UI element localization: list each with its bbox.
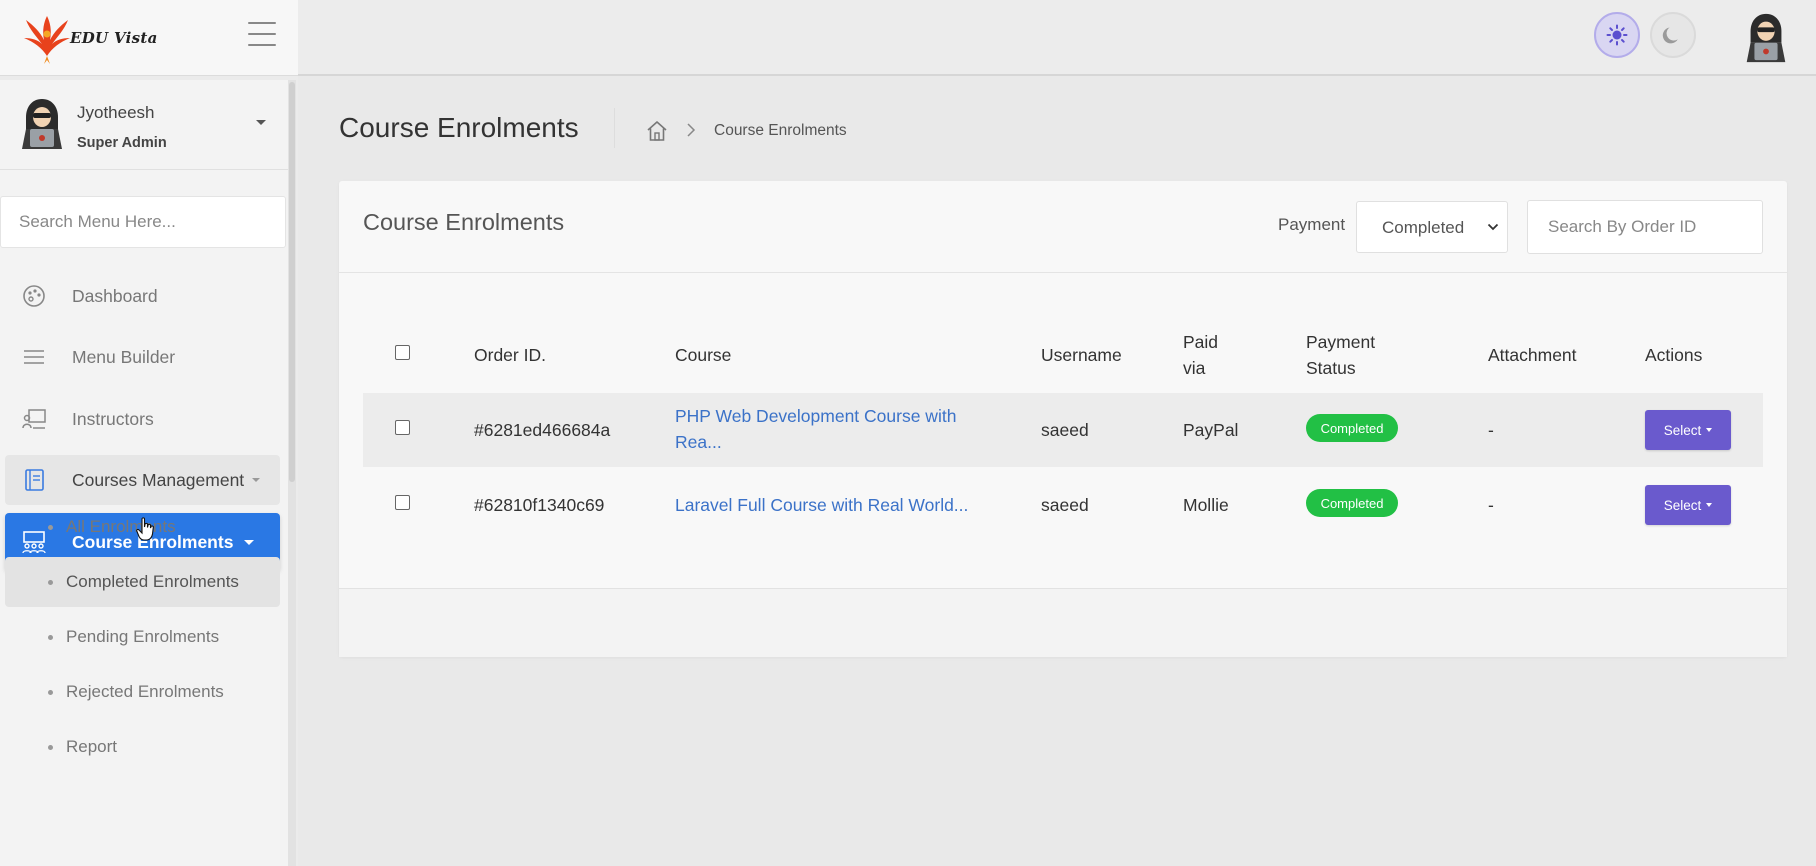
user-profile[interactable]: Jyotheesh Super Admin: [0, 80, 288, 170]
course-link[interactable]: Laravel Full Course with Real World...: [675, 492, 968, 518]
column-header-course: Course: [675, 345, 732, 365]
sidebar-item-label: Instructors: [72, 408, 154, 429]
payment-filter-label: Payment: [1278, 215, 1346, 234]
username: saeed: [1041, 495, 1089, 515]
subitem-rejected-enrolments[interactable]: Rejected Enrolments: [5, 667, 280, 717]
chevron-right-icon: [687, 123, 696, 137]
column-header-username: Username: [1041, 345, 1122, 365]
select-action-button[interactable]: Select: [1645, 410, 1731, 450]
card-header: Course Enrolments Payment Completed: [339, 181, 1787, 273]
attachment: -: [1488, 420, 1494, 440]
select-action-button[interactable]: Select: [1645, 485, 1731, 525]
sidebar: EDU Vista Jyotheesh Super Admin D: [0, 0, 298, 866]
page-title: Course Enrolments: [339, 112, 579, 143]
sidebar-item-label: Menu Builder: [72, 346, 176, 367]
subitem-pending-enrolments[interactable]: Pending Enrolments: [5, 612, 280, 662]
hand-cursor-icon: [136, 517, 154, 541]
breadcrumb-divider: [614, 108, 615, 148]
course-link[interactable]: PHP Web Development Course with Rea...: [675, 403, 956, 455]
dark-mode-button[interactable]: [1650, 12, 1696, 58]
profile-caret-icon: [256, 120, 266, 125]
book-icon: [19, 465, 49, 495]
user-avatar[interactable]: [1742, 10, 1790, 64]
enrolments-card: Course Enrolments Payment Completed Orde…: [339, 181, 1787, 657]
column-header-paid-via: Paid via: [1183, 332, 1219, 378]
menu-search-input[interactable]: [0, 196, 286, 248]
menu-icon: [19, 342, 49, 372]
sidebar-menu: Jyotheesh Super Admin Dashboard Menu Bui…: [0, 80, 288, 866]
dashboard-icon: [19, 281, 49, 311]
avatar: [22, 99, 62, 149]
paid-via: PayPal: [1183, 420, 1239, 440]
payment-filter-select[interactable]: Completed: [1356, 201, 1508, 253]
sidebar-item-menu-builder[interactable]: Menu Builder: [5, 332, 280, 382]
attachment: -: [1488, 495, 1494, 515]
sidebar-item-courses-management[interactable]: Courses Management: [5, 455, 280, 505]
column-header-attachment: Attachment: [1488, 345, 1577, 365]
sidebar-item-label: Courses Management: [72, 469, 245, 490]
card-footer: [339, 588, 1787, 657]
brand-bar: EDU Vista: [0, 0, 298, 76]
column-header-actions: Actions: [1645, 345, 1703, 365]
moon-icon: [1662, 27, 1678, 44]
status-badge: Completed: [1306, 489, 1398, 517]
breadcrumb-current: Course Enrolments: [714, 122, 847, 139]
phoenix-logo-icon: [24, 16, 70, 64]
instructor-icon: [19, 404, 49, 434]
subitem-label: Completed Enrolments: [66, 572, 239, 591]
subitem-completed-enrolments[interactable]: Completed Enrolments: [5, 557, 280, 607]
brand-name: EDU Vista: [70, 29, 158, 47]
subitem-label: Pending Enrolments: [66, 627, 220, 646]
sidebar-item-instructors[interactable]: Instructors: [5, 394, 280, 444]
chevron-down-icon: [1706, 503, 1713, 507]
home-icon[interactable]: [645, 119, 669, 143]
chevron-down-icon: [252, 478, 261, 482]
sidebar-item-dashboard[interactable]: Dashboard: [5, 271, 280, 321]
username: saeed: [1041, 420, 1089, 440]
sidebar-scrollbar[interactable]: [288, 80, 296, 866]
subitem-report[interactable]: Report: [5, 722, 280, 772]
subitem-label: Report: [66, 737, 118, 756]
status-badge: Completed: [1306, 414, 1398, 442]
row-checkbox[interactable]: [395, 420, 410, 435]
hamburger-menu-icon[interactable]: [248, 22, 276, 46]
order-id: #62810f1340c69: [474, 495, 605, 515]
paid-via: Mollie: [1183, 495, 1229, 515]
brand-logo[interactable]: EDU Vista: [20, 10, 180, 66]
order-id: #6281ed466684a: [474, 420, 611, 440]
light-mode-button[interactable]: [1594, 12, 1640, 58]
profile-name: Jyotheesh: [77, 103, 155, 122]
column-header-payment-status: Payment Status: [1306, 332, 1376, 378]
select-all-checkbox[interactable]: [395, 345, 410, 360]
sidebar-item-label: Dashboard: [72, 285, 158, 306]
sun-icon: [1606, 24, 1628, 46]
column-header-order-id: Order ID.: [474, 345, 546, 365]
card-title: Course Enrolments: [363, 209, 565, 235]
chevron-down-icon: [1706, 428, 1713, 432]
order-id-search-input[interactable]: [1527, 200, 1763, 254]
row-checkbox[interactable]: [395, 495, 410, 510]
subitem-label: Rejected Enrolments: [66, 682, 224, 701]
profile-role: Super Admin: [77, 135, 167, 151]
subitem-label: All Enrolments: [66, 517, 176, 536]
topbar: [298, 0, 1816, 76]
